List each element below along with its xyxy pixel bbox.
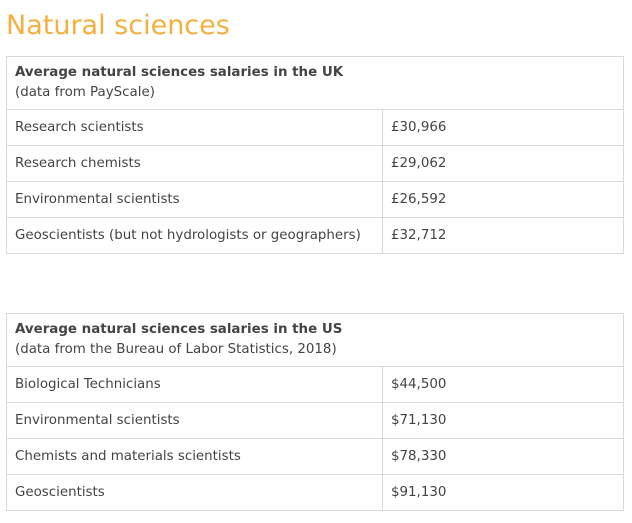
role-cell: Chemists and materials scientists xyxy=(6,438,383,475)
table-header-cell: Average natural sciences salaries in the… xyxy=(5,313,625,367)
role-cell: Geoscientists (but not hydrologists or g… xyxy=(6,217,383,254)
role-cell: Research chemists xyxy=(6,145,383,182)
table-source-note: (data from PayScale) xyxy=(15,85,155,100)
table-source-note: (data from the Bureau of Labor Statistic… xyxy=(15,342,337,357)
table-row: Environmental scientists $71,130 xyxy=(6,402,625,439)
salary-cell: $91,130 xyxy=(381,474,625,511)
salary-cell: $44,500 xyxy=(381,366,625,403)
role-cell: Research scientists xyxy=(6,109,383,146)
table-header-row: Average natural sciences salaries in the… xyxy=(5,313,625,367)
role-cell: Geoscientists xyxy=(6,474,383,511)
table-row: Research chemists £29,062 xyxy=(6,145,625,182)
table-heading: Average natural sciences salaries in the… xyxy=(15,65,344,80)
table-heading: Average natural sciences salaries in the… xyxy=(15,322,343,337)
us-salary-table: Average natural sciences salaries in the… xyxy=(5,313,625,511)
role-cell: Environmental scientists xyxy=(6,402,383,439)
table-row: Geoscientists $91,130 xyxy=(6,474,625,511)
table-row: Chemists and materials scientists $78,33… xyxy=(6,438,625,475)
salary-cell: $71,130 xyxy=(381,402,625,439)
table-row: Biological Technicians $44,500 xyxy=(6,366,625,403)
table-header-cell: Average natural sciences salaries in the… xyxy=(5,56,625,110)
salary-cell: £32,712 xyxy=(381,217,625,254)
table-row: Geoscientists (but not hydrologists or g… xyxy=(6,217,625,254)
table-row: Research scientists £30,966 xyxy=(6,109,625,146)
role-cell: Environmental scientists xyxy=(6,181,383,218)
salary-cell: £26,592 xyxy=(381,181,625,218)
table-row: Environmental scientists £26,592 xyxy=(6,181,625,218)
salary-cell: £30,966 xyxy=(381,109,625,146)
page-title: Natural sciences xyxy=(6,10,230,41)
table-header-row: Average natural sciences salaries in the… xyxy=(5,56,625,110)
role-cell: Biological Technicians xyxy=(6,366,383,403)
uk-salary-table: Average natural sciences salaries in the… xyxy=(5,56,625,254)
salary-cell: £29,062 xyxy=(381,145,625,182)
salary-cell: $78,330 xyxy=(381,438,625,475)
